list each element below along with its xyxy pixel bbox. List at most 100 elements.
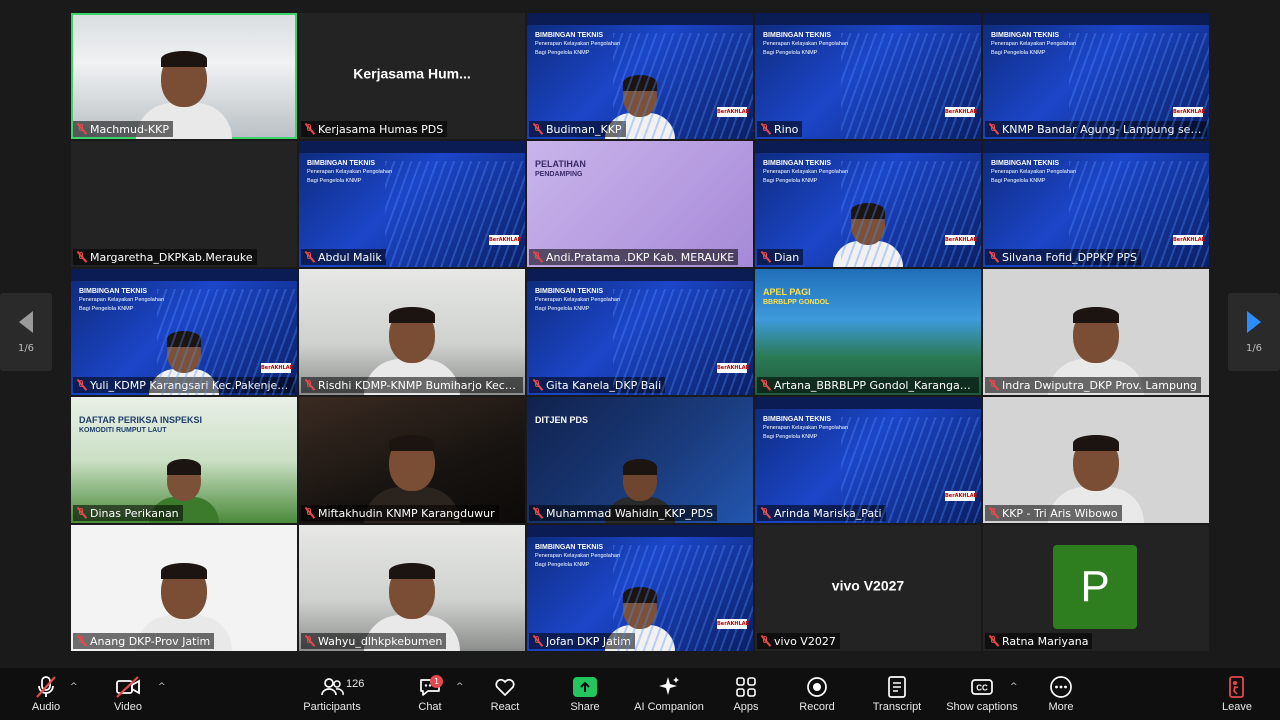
shared-slide-text: BIMBINGAN TEKNIS Penerapan Kelayakan Peng… — [535, 31, 620, 58]
captions-cc-icon: CC — [969, 674, 995, 700]
participant-tile[interactable]: PELATIHAN PENDAMPING Andi.Pratama .DKP Kab… — [527, 141, 753, 267]
share-screen-icon — [573, 674, 597, 700]
ai-companion-button[interactable]: AI Companion — [629, 674, 709, 713]
more-dots-icon — [1048, 674, 1074, 700]
participant-tile[interactable]: Risdhi KDMP-KNMP Bumiharjo Kecam... — [299, 269, 525, 395]
slide-subtitle: Bagi Pengelola KNMP — [991, 178, 1046, 184]
participant-name-bar: KNMP Bandar Agung- Lampung selat... — [985, 121, 1207, 137]
participant-tile[interactable]: BIMBINGAN TEKNIS Penerapan Kelayakan Peng… — [983, 141, 1209, 267]
participant-tile[interactable]: Anang DKP-Prov Jatim — [71, 525, 297, 651]
content-title: DAFTAR PERIKSA INSPEKSI — [79, 415, 203, 425]
previous-page-button[interactable]: 1/6 — [0, 293, 52, 371]
slide-badge: BerAKHLAK — [489, 235, 522, 245]
participant-tile[interactable]: Machmud-KKP — [71, 13, 297, 139]
leave-door-icon — [1224, 674, 1250, 700]
participant-tile[interactable]: BIMBINGAN TEKNIS Penerapan Kelayakan Peng… — [755, 397, 981, 523]
participant-tile[interactable]: BIMBINGAN TEKNIS Penerapan Kelayakan Peng… — [983, 13, 1209, 139]
microphone-muted-icon — [76, 379, 87, 391]
participant-tile[interactable]: Indra Dwiputra_DKP Prov. Lampung — [983, 269, 1209, 395]
captions-options-caret[interactable]: ^ — [1010, 682, 1018, 692]
participants-label: Participants — [303, 701, 361, 713]
share-label: Share — [570, 701, 600, 713]
show-captions-label: Show captions — [946, 701, 1018, 713]
slide-title: BIMBINGAN TEKNIS — [991, 32, 1060, 39]
participant-name: Gita Kanela_DKP Bali — [546, 378, 662, 392]
participant-tile[interactable]: BIMBINGAN TEKNIS Penerapan Kelayakan Peng… — [299, 141, 525, 267]
participant-tile[interactable]: BIMBINGAN TEKNIS Penerapan Kelayakan Peng… — [527, 269, 753, 395]
microphone-muted-icon — [304, 635, 315, 647]
slide-subtitle: Penerapan Kelayakan Pengolahan — [535, 297, 621, 303]
participant-tile[interactable]: Wahyu_dlhkpkebumen — [299, 525, 525, 651]
participant-name-bar: Andi.Pratama .DKP Kab. MERAUKE — [529, 249, 739, 265]
shared-slide-text: BIMBINGAN TEKNIS Penerapan Kelayakan Peng… — [763, 31, 848, 58]
participant-tile[interactable]: Miftakhudin KNMP Karangduwur — [299, 397, 525, 523]
participant-name: Machmud-KKP — [90, 122, 169, 136]
slide-subtitle: Penerapan Kelayakan Pengolahan — [991, 169, 1077, 175]
participant-tile[interactable]: BIMBINGAN TEKNIS Penerapan Kelayakan Peng… — [71, 269, 297, 395]
apps-grid-icon — [733, 674, 759, 700]
slide-title: BIMBINGAN TEKNIS — [535, 288, 604, 295]
leave-button[interactable]: Leave — [1197, 674, 1277, 713]
next-page-button[interactable]: 1/6 — [1228, 293, 1280, 371]
record-icon — [804, 674, 830, 700]
transcript-label: Transcript — [872, 701, 922, 713]
participant-tile[interactable]: KKP - Tri Aris Wibowo — [983, 397, 1209, 523]
participant-tile[interactable]: Kerjasama Hum... Kerjasama Humas PDS — [299, 13, 525, 139]
leave-label: Leave — [1222, 701, 1252, 713]
microphone-muted-icon — [532, 507, 543, 519]
participant-tile[interactable]: BIMBINGAN TEKNIS Penerapan Kelayakan Peng… — [527, 13, 753, 139]
slide-subtitle: Bagi Pengelola KNMP — [79, 306, 134, 312]
participant-tile[interactable]: APEL PAGI BBRBLPP GONDOL Artana_BBRBLPP Go… — [755, 269, 981, 395]
chat-options-caret[interactable]: ^ — [456, 682, 464, 692]
video-button[interactable]: Video — [88, 674, 168, 713]
participant-tile[interactable]: BIMBINGAN TEKNIS Penerapan Kelayakan Peng… — [527, 525, 753, 651]
audio-button[interactable]: Audio — [6, 674, 86, 713]
shared-slide-text: BIMBINGAN TEKNIS Penerapan Kelayakan Peng… — [307, 159, 392, 186]
transcript-button[interactable]: Transcript — [857, 674, 937, 713]
chat-button[interactable]: 1 Chat — [390, 674, 470, 713]
more-button[interactable]: More — [1021, 674, 1101, 713]
record-button[interactable]: Record — [777, 674, 857, 713]
slide-subtitle: Bagi Pengelola KNMP — [763, 50, 818, 56]
participant-tile[interactable]: DITJEN PDS Muhammad Wahidin_KKP_PDS — [527, 397, 753, 523]
content-title: APEL PAGI — [763, 287, 811, 297]
microphone-muted-icon — [760, 123, 771, 135]
people-icon — [319, 674, 345, 700]
participant-name-bar: Margaretha_DKPKab.Merauke — [73, 249, 257, 265]
participant-name-display: vivo V2027 — [831, 577, 905, 594]
participant-name: Indra Dwiputra_DKP Prov. Lampung — [1002, 378, 1197, 392]
meeting-toolbar: Audio ^ Video ^ Participants 126 1 Chat … — [0, 668, 1280, 720]
participant-tile[interactable]: vivo V2027 vivo V2027 — [755, 525, 981, 651]
participant-tile[interactable]: Margaretha_DKPKab.Merauke — [71, 141, 297, 267]
microphone-muted-icon — [33, 674, 59, 700]
participant-name-bar: vivo V2027 — [757, 633, 840, 649]
participant-name: KKP - Tri Aris Wibowo — [1002, 506, 1118, 520]
slide-subtitle: Bagi Pengelola KNMP — [535, 562, 590, 568]
apps-button[interactable]: Apps — [706, 674, 786, 713]
participant-name-bar: Arinda Mariska_Pati — [757, 505, 886, 521]
participant-name: Andi.Pratama .DKP Kab. MERAUKE — [546, 250, 735, 264]
shared-content-text: DAFTAR PERIKSA INSPEKSI KOMODITI RUMPUT L… — [79, 415, 202, 435]
show-captions-button[interactable]: CC Show captions — [942, 674, 1022, 713]
slide-subtitle: Bagi Pengelola KNMP — [535, 306, 590, 312]
share-screen-button[interactable]: Share — [545, 674, 625, 713]
slide-badge: BerAKHLAK — [1173, 235, 1206, 245]
participant-name-bar: KKP - Tri Aris Wibowo — [985, 505, 1122, 521]
participant-tile[interactable]: P Ratna Mariyana — [983, 525, 1209, 651]
video-options-caret[interactable]: ^ — [158, 682, 166, 692]
participant-tile[interactable]: BIMBINGAN TEKNIS Penerapan Kelayakan Peng… — [755, 141, 981, 267]
participant-tile[interactable]: DAFTAR PERIKSA INSPEKSI KOMODITI RUMPUT L… — [71, 397, 297, 523]
page-indicator-left: 1/6 — [17, 342, 35, 354]
slide-badge: BerAKHLAK — [945, 491, 978, 501]
audio-options-caret[interactable]: ^ — [70, 682, 78, 692]
chat-label: Chat — [418, 701, 442, 713]
slide-badge: BerAKHLAK — [945, 235, 978, 245]
microphone-muted-icon — [76, 123, 87, 135]
content-subtitle: KOMODITI RUMPUT LAUT — [79, 427, 167, 434]
microphone-muted-icon — [988, 635, 999, 647]
participant-tile[interactable]: BIMBINGAN TEKNIS Penerapan Kelayakan Peng… — [755, 13, 981, 139]
react-button[interactable]: React — [465, 674, 545, 713]
slide-subtitle: Penerapan Kelayakan Pengolahan — [763, 41, 849, 47]
ai-companion-label: AI Companion — [634, 701, 704, 713]
participant-name: vivo V2027 — [774, 634, 836, 648]
